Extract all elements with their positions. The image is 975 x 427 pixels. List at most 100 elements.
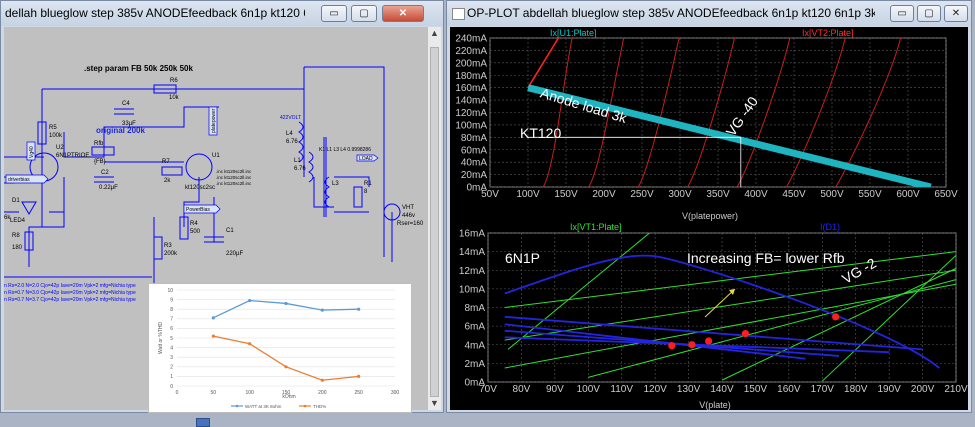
x-tick-label: 110V [610,384,633,395]
plot-canvas[interactable]: Ix[U1:Plate] Ix[VT2:Plate] 50V 100V 150V 20… [450,27,968,410]
trace-label-u1-plate[interactable]: Ix[U1:Plate] [550,28,597,38]
legend-watt: WATT at 3K 8ohm [245,404,282,409]
y-tick-label: 2 [170,365,173,371]
x-tick-label: 80V [513,384,531,395]
tube-u1[interactable] [185,153,213,181]
taskbar-app-icon[interactable] [196,418,210,427]
part-value-vht: 446v [402,213,415,219]
data-point [284,301,288,306]
part-value-rser: Rser=160 [397,221,424,227]
excel-chart[interactable]: Watt or %THD kOhm 0 1 2 3 4 5 6 7 8 9 10 0 50 100 150 2… [148,283,412,413]
plot-title-bar[interactable]: OP-PLOT abdellah blueglow step 385v ANOD… [447,1,971,26]
y-tick-label: 8mA [464,303,485,314]
scroll-thumb[interactable] [430,47,439,397]
part-value-r4: 500 [190,229,201,235]
svg-text:driverbias: driverbias [8,177,30,183]
resistor-r3[interactable] [153,236,163,260]
y-tick-label: 6 [170,326,173,332]
part-value-r6: 10k [169,95,180,101]
diode-model-lines: n Rs=2.0 N=2.0 Cjo=42p Iave=20m Vpk=2 mf… [4,283,136,304]
led-d1[interactable] [21,201,37,215]
label-422volt: 422VOLT [280,115,301,121]
y-tick-label: 180mA [455,71,487,82]
step-param-directive: .step param FB 50k 250k 50k [84,64,194,73]
annotation-anode-load: Anode load 3k [539,85,630,127]
plot-window: OP-PLOT abdellah blueglow step 385v ANOD… [446,0,972,413]
part-value-r5: 100k [49,133,63,139]
part-value-l4: 6.76 [286,139,298,145]
x-tick-label: 160V [777,384,801,395]
operating-point [832,313,840,321]
trace-label-vt2-plate[interactable]: Ix[VT2:Plate] [802,28,854,38]
part-value-c1: 220µF [226,251,243,257]
close-button[interactable]: ✕ [944,5,968,22]
legend-thd: THD% [313,404,326,409]
red-curve [637,38,680,187]
resistor-r1[interactable] [353,186,363,208]
include-line-1: .inc kt120sc2ll.inc [216,169,252,174]
x-tick-label: 90V [546,384,564,395]
schematic-title-bar[interactable]: dellah blueglow step 385v ANODEfeedback … [1,1,443,26]
x-tick-label: 120V [643,384,667,395]
green-curve [504,269,956,341]
model-line: n Rs=0.7 N=3.0 Cjo=42p Iave=20m Vpk=2 mf… [4,290,136,296]
part-value-r7: 2k [164,178,171,184]
platepower-flag[interactable]: platepower [208,106,218,136]
maximize-button[interactable]: ▢ [351,5,377,22]
inductor-l1[interactable] [308,151,314,183]
scroll-down-icon[interactable]: ▼ [428,397,441,410]
y-tick-label: 5 [170,336,173,342]
x-tick-label: 170V [811,384,835,395]
plot-pane-6n1p[interactable]: Ix[VT1:Plate] I(D1) 70V 80V 90V 100V 110V 120… [459,222,968,410]
scroll-up-icon[interactable]: ▲ [428,27,441,40]
minimize-button[interactable]: ▭ [321,5,347,22]
y-tick-label: 80mA [461,133,487,144]
powerbias-flag[interactable]: PowerBias [183,204,221,214]
capacitor-c4[interactable] [114,108,134,115]
data-point [248,298,252,303]
x-tick-label: 500V [820,189,844,200]
part-name-r3: R3 [164,243,172,249]
resistor-r7[interactable] [161,166,183,176]
operating-point [668,342,676,350]
waveform-icon [452,8,465,20]
part-name-r5: R5 [49,125,57,131]
x-tick-label: 450V [782,189,806,200]
x-tick-label: 140V [710,384,734,395]
trace-label-vt1-plate[interactable]: Ix[VT1:Plate] [570,222,622,232]
trace-label-id1[interactable]: I(D1) [820,222,840,232]
arrow-increasing-fb [704,288,736,318]
annotation-vg-2: VG -2 [839,255,879,287]
schematic-scrollbar[interactable]: ▲ ▼ [428,27,441,410]
x-tick-label: 600V [896,189,920,200]
driverbias-flag[interactable]: driverbias [5,174,49,184]
x-tick-label: 210V [944,384,968,395]
minimize-button[interactable]: ▭ [890,5,914,22]
excel-legend: WATT at 3K 8ohm THD% [231,404,326,409]
vg40-flag[interactable]: Vg40 [26,141,36,161]
x-axis-label-plate: V(plate) [699,400,731,410]
y-tick-label: 12mA [459,266,485,277]
close-button[interactable]: ✕ [382,5,424,22]
part-name-vht: VHT [402,205,414,211]
data-point [284,365,288,369]
svg-text:Vg40: Vg40 [29,146,35,158]
x-tick-label: 130V [677,384,701,395]
annotation-6n1p: 6N1P [505,250,540,266]
load-flag[interactable]: LOAD [356,154,379,162]
x-tick-label: 200V [592,189,616,200]
capacitor-c2[interactable] [94,176,114,183]
part-value-r3: 200k [164,251,178,257]
part-value-l1: 6.76 [294,166,306,172]
part-name-l4: L4 [286,131,293,137]
maximize-button[interactable]: ▢ [917,5,941,22]
y-tick-label: 2mA [464,359,485,370]
inductor-l4[interactable] [298,121,304,163]
operating-point [705,337,713,345]
y-tick-label: 10 [167,288,173,294]
plot-pane-kt120[interactable]: Ix[U1:Plate] Ix[VT2:Plate] 50V 100V 150V 20… [455,28,958,221]
schematic-window-title: dellah blueglow step 385v ANODEfeedback … [5,6,305,20]
blue-load-curve [504,336,890,354]
x-tick-label: 100V [577,384,601,395]
resistor-rfb[interactable] [91,146,115,156]
